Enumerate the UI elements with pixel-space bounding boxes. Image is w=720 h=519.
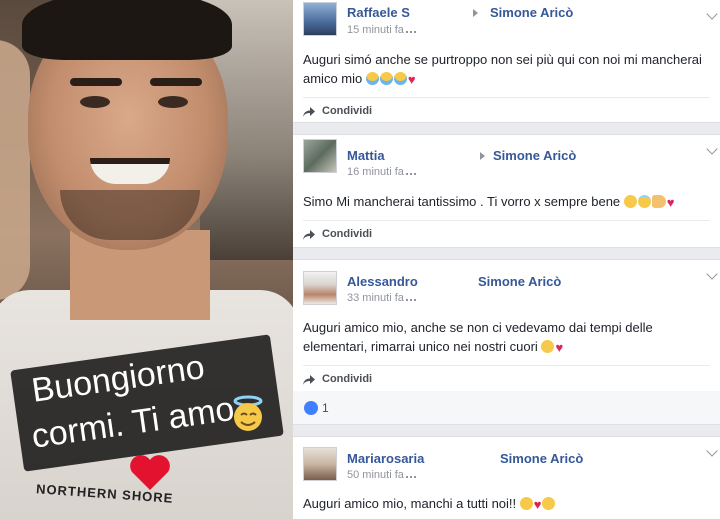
avatar[interactable]: [303, 271, 337, 305]
comment-text: Auguri simó anche se purtroppo non sei p…: [303, 52, 702, 86]
chevron-down-icon[interactable]: [706, 268, 718, 280]
crying-face-icon: [379, 72, 393, 85]
share-arrow-icon: [303, 230, 315, 240]
share-label: Condividi: [322, 373, 373, 385]
shared-photo[interactable]: NORTHERN SHORE Buongiorno cormi. Ti amo: [0, 0, 293, 519]
halo-face-icon: [637, 195, 651, 208]
comment-card: Raffaele S Simone Aricò 15 minuti fa Aug…: [293, 0, 720, 123]
globe-icon: [405, 470, 416, 478]
photo-second-person: [0, 40, 30, 300]
photo-hair: [22, 0, 232, 60]
comment-timestamp[interactable]: 50 minuti fa: [347, 469, 416, 481]
relieved-face-icon: [519, 497, 533, 510]
crying-face-icon: [365, 72, 379, 85]
share-action[interactable]: Condividi: [303, 365, 710, 393]
comment-body: Auguri simó anche se purtroppo non sei p…: [293, 44, 720, 97]
comment-target[interactable]: Simone Aricò: [500, 451, 583, 466]
share-label: Condividi: [322, 228, 373, 240]
comment-card: Mattia Simone Aricò 16 minuti fa Simo Mi…: [293, 134, 720, 248]
broken-heart-icon: ♥: [533, 497, 542, 512]
globe-icon: [405, 293, 416, 301]
avatar[interactable]: [303, 447, 337, 481]
comment-timestamp[interactable]: 15 minuti fa: [347, 24, 416, 36]
crying-face-icon: [393, 72, 407, 85]
share-arrow-icon: [303, 107, 315, 117]
share-label: Condividi: [322, 105, 373, 117]
photo-brow-left: [70, 78, 122, 86]
sad-face-icon: [541, 497, 555, 510]
arrow-right-icon: [480, 152, 485, 160]
comment-text: Simo Mi mancherai tantissimo . Ti vorro …: [303, 194, 621, 209]
comment-header: Mattia Simone Aricò 16 minuti fa: [293, 135, 720, 179]
comment-header: Mariarosaria Simone Aricò 50 minuti fa: [293, 437, 720, 481]
share-action[interactable]: Condividi: [303, 97, 710, 125]
sad-face-icon: [541, 340, 555, 353]
comment-body: Simo Mi mancherai tantissimo . Ti vorro …: [293, 179, 720, 220]
sad-face-icon: [623, 195, 637, 208]
red-heart-icon: [130, 455, 170, 490]
chevron-down-icon[interactable]: [706, 445, 718, 457]
comment-target[interactable]: Simone Aricò: [478, 274, 561, 289]
red-heart-icon: ♥: [555, 340, 564, 355]
chevron-down-icon[interactable]: [706, 8, 718, 20]
angel-face-icon: [233, 395, 263, 431]
globe-icon: [405, 25, 416, 33]
share-arrow-icon: [303, 375, 315, 385]
pointing-hand-icon: [651, 195, 666, 208]
comment-target[interactable]: Simone Aricò: [490, 5, 573, 20]
comment-timestamp[interactable]: 16 minuti fa: [347, 166, 416, 178]
like-summary[interactable]: 1: [293, 391, 720, 425]
comment-header: Raffaele S Simone Aricò 15 minuti fa: [293, 0, 720, 44]
chevron-down-icon[interactable]: [706, 143, 718, 155]
globe-icon: [405, 167, 416, 175]
comment-author[interactable]: Alessandro: [347, 274, 418, 289]
red-heart-icon: ♥: [407, 72, 416, 87]
comment-author[interactable]: Raffaele S: [347, 5, 410, 20]
comment-card: Mariarosaria Simone Aricò 50 minuti fa A…: [293, 436, 720, 519]
like-thumb-icon: [304, 401, 318, 415]
comment-author[interactable]: Mattia: [347, 148, 385, 163]
comment-card: Alessandro Simone Aricò 33 minuti fa Aug…: [293, 259, 720, 392]
comment-timestamp[interactable]: 33 minuti fa: [347, 292, 416, 304]
photo-eye-left: [80, 96, 110, 108]
comment-text: Auguri amico mio, anche se non ci vedeva…: [303, 320, 653, 354]
comment-text: Auguri amico mio, manchi a tutti noi!!: [303, 496, 517, 511]
comment-body: Auguri amico mio, anche se non ci vedeva…: [293, 304, 720, 365]
avatar[interactable]: [303, 2, 337, 36]
like-count: 1: [322, 401, 329, 415]
comments-feed: Raffaele S Simone Aricò 15 minuti fa Aug…: [293, 0, 720, 519]
avatar[interactable]: [303, 139, 337, 173]
photo-brow-right: [150, 78, 202, 86]
comment-author[interactable]: Mariarosaria: [347, 451, 424, 466]
arrow-right-icon: [473, 9, 478, 17]
comment-body: Auguri amico mio, manchi a tutti noi!! ♥: [293, 481, 720, 519]
photo-eye-right: [158, 96, 188, 108]
comment-target[interactable]: Simone Aricò: [493, 148, 576, 163]
comment-header: Alessandro Simone Aricò 33 minuti fa: [293, 260, 720, 305]
share-action[interactable]: Condividi: [303, 220, 710, 248]
red-heart-icon: ♥: [666, 195, 675, 210]
